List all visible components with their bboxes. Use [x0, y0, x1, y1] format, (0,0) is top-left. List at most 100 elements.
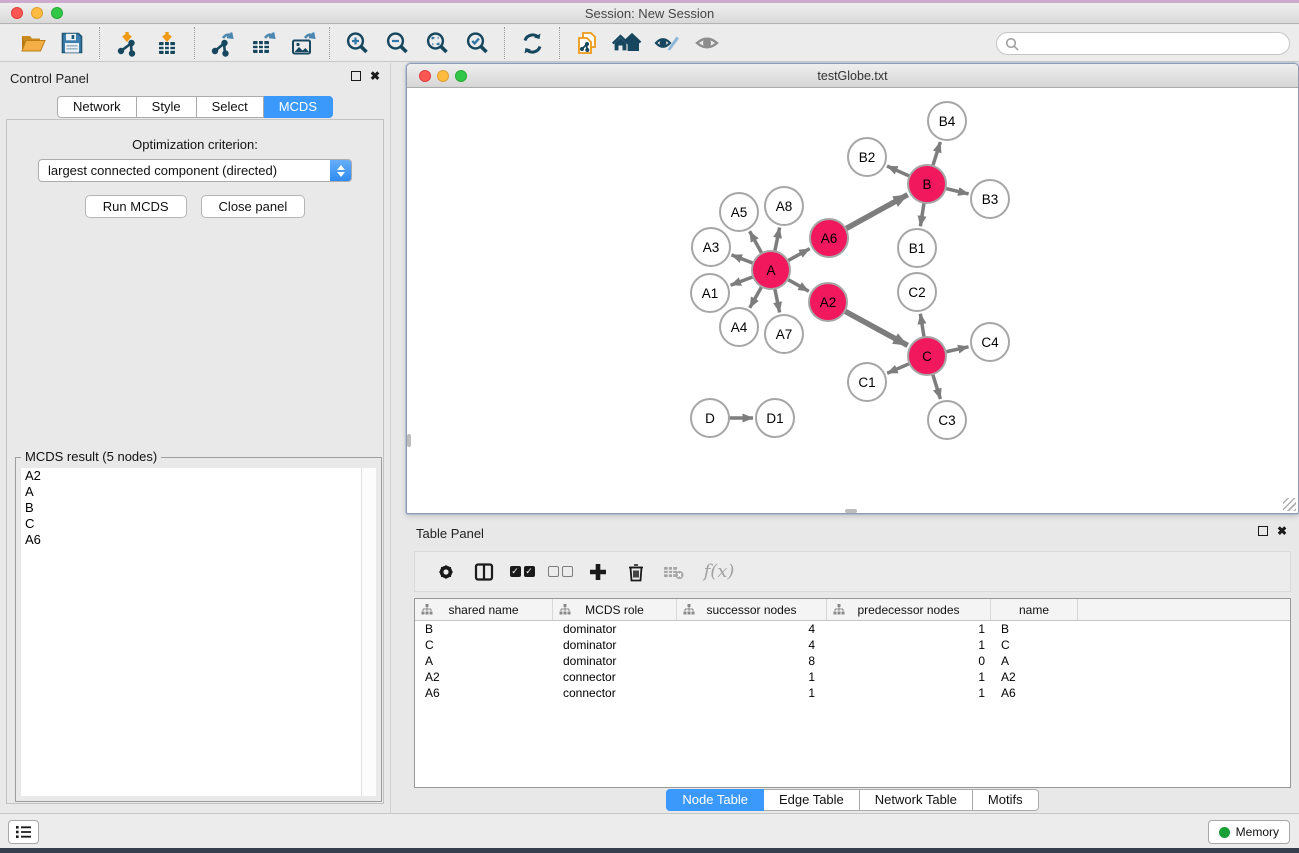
- tab-mcds[interactable]: MCDS: [264, 96, 333, 118]
- export-network-button[interactable]: [202, 27, 242, 59]
- graph-node-C3[interactable]: C3: [928, 401, 966, 439]
- network-canvas[interactable]: B4 B2 B B3 A5A8A6 A3 B1 A A1 C2 A2 A4A7 C4 C C1 C3 D D1: [407, 88, 1298, 513]
- column-header-name[interactable]: name: [991, 599, 1078, 620]
- import-table-button[interactable]: [147, 27, 187, 59]
- close-table-panel-icon[interactable]: ✖: [1277, 526, 1287, 536]
- graph-edge-A-A2[interactable]: [788, 279, 809, 291]
- zoom-selected-button[interactable]: [457, 27, 497, 59]
- graph-node-B[interactable]: B: [908, 165, 946, 203]
- result-item[interactable]: A2: [21, 468, 361, 484]
- graph-edge-A-A1[interactable]: [731, 277, 754, 286]
- open-session-button[interactable]: [12, 27, 52, 59]
- delete-column-button[interactable]: [617, 557, 655, 587]
- deselect-all-button[interactable]: [541, 557, 579, 587]
- save-session-button[interactable]: [52, 27, 92, 59]
- hide-graphics-details-button[interactable]: [647, 27, 687, 59]
- graph-edge-A-A4[interactable]: [750, 287, 762, 308]
- tab-motifs[interactable]: Motifs: [973, 789, 1039, 811]
- graph-node-A8[interactable]: A8: [765, 187, 803, 225]
- criterion-select[interactable]: largest connected component (directed): [38, 159, 352, 182]
- search-input[interactable]: [1019, 34, 1289, 53]
- result-item[interactable]: A: [21, 484, 361, 500]
- graph-edge-B-B1[interactable]: [920, 203, 924, 226]
- graph-edge-C-C4[interactable]: [946, 347, 969, 352]
- graph-edge-C-C1[interactable]: [887, 364, 909, 374]
- graph-node-A6[interactable]: A6: [810, 219, 848, 257]
- export-image-button[interactable]: [282, 27, 322, 59]
- graph-node-C[interactable]: C: [908, 337, 946, 375]
- tab-edge-table[interactable]: Edge Table: [764, 789, 860, 811]
- status-menu-button[interactable]: [8, 820, 39, 844]
- graph-node-A3[interactable]: A3: [692, 228, 730, 266]
- graph-edge-A-A3[interactable]: [732, 255, 754, 263]
- column-header-MCDS-role[interactable]: MCDS role: [553, 599, 677, 620]
- graph-edge-B-B3[interactable]: [945, 188, 968, 194]
- table-row[interactable]: A6connector11A6: [415, 685, 1290, 701]
- graph-node-B1[interactable]: B1: [898, 229, 936, 267]
- show-graphics-button[interactable]: [687, 27, 727, 59]
- tab-select[interactable]: Select: [197, 96, 264, 118]
- graph-edge-A-A6[interactable]: [788, 249, 810, 261]
- close-panel-icon[interactable]: ✖: [370, 71, 380, 81]
- table-row[interactable]: Cdominator41C: [415, 637, 1290, 653]
- column-header-shared-name[interactable]: shared name: [415, 599, 553, 620]
- table-row[interactable]: A2connector11A2: [415, 669, 1290, 685]
- result-scrollbar[interactable]: [361, 468, 376, 796]
- canvas-hscroll-thumb[interactable]: [845, 509, 857, 513]
- tab-style[interactable]: Style: [137, 96, 197, 118]
- graph-node-C2[interactable]: C2: [898, 273, 936, 311]
- graph-node-A7[interactable]: A7: [765, 315, 803, 353]
- graph-node-B3[interactable]: B3: [971, 180, 1009, 218]
- graph-edge-B-B4[interactable]: [933, 142, 941, 166]
- graph-edge-C-C3[interactable]: [933, 374, 941, 399]
- home-view-button[interactable]: [607, 27, 647, 59]
- close-panel-button[interactable]: Close panel: [201, 195, 306, 218]
- table-row[interactable]: Adominator80A: [415, 653, 1290, 669]
- zoom-out-button[interactable]: [377, 27, 417, 59]
- column-header-successor-nodes[interactable]: successor nodes: [677, 599, 827, 620]
- graph-node-A[interactable]: A: [752, 251, 790, 289]
- graph-node-A1[interactable]: A1: [691, 274, 729, 312]
- tab-network[interactable]: Network: [57, 96, 137, 118]
- network-window-titlebar[interactable]: testGlobe.txt: [407, 64, 1298, 88]
- graph-node-D[interactable]: D: [691, 399, 729, 437]
- duplicate-network-button[interactable]: [567, 27, 607, 59]
- graph-node-C4[interactable]: C4: [971, 323, 1009, 361]
- float-panel-icon[interactable]: [351, 71, 361, 81]
- graph-edge-A2-C[interactable]: [845, 311, 908, 345]
- column-layout-button[interactable]: [465, 557, 503, 587]
- column-header-predecessor-nodes[interactable]: predecessor nodes: [827, 599, 991, 620]
- graph-node-A5[interactable]: A5: [720, 193, 758, 231]
- graph-edge-A6-B[interactable]: [846, 195, 908, 229]
- zoom-in-button[interactable]: [337, 27, 377, 59]
- graph-edge-A-A5[interactable]: [750, 231, 762, 253]
- graph-node-B4[interactable]: B4: [928, 102, 966, 140]
- run-mcds-button[interactable]: Run MCDS: [85, 195, 187, 218]
- tab-network-table[interactable]: Network Table: [860, 789, 973, 811]
- result-item[interactable]: A6: [21, 532, 361, 548]
- graph-node-A4[interactable]: A4: [720, 308, 758, 346]
- graph-edge-B-B2[interactable]: [887, 166, 910, 176]
- table-settings-button[interactable]: [427, 557, 465, 587]
- float-table-panel-icon[interactable]: [1258, 526, 1268, 536]
- result-item[interactable]: B: [21, 500, 361, 516]
- window-resize-grip[interactable]: [1283, 498, 1296, 511]
- graph-edge-A-A7[interactable]: [775, 289, 780, 313]
- graph-node-C1[interactable]: C1: [848, 363, 886, 401]
- refresh-layout-button[interactable]: [512, 27, 552, 59]
- graph-node-D1[interactable]: D1: [756, 399, 794, 437]
- graph-edge-C-C2[interactable]: [920, 314, 924, 337]
- memory-button[interactable]: Memory: [1208, 820, 1290, 844]
- tab-node-table[interactable]: Node Table: [666, 789, 764, 811]
- canvas-vscroll-thumb[interactable]: [407, 434, 411, 447]
- table-row[interactable]: Bdominator41B: [415, 621, 1290, 637]
- graph-node-B2[interactable]: B2: [848, 138, 886, 176]
- select-all-button[interactable]: ✓✓: [503, 557, 541, 587]
- graph-edge-A-A8[interactable]: [775, 228, 780, 252]
- graph-node-A2[interactable]: A2: [809, 283, 847, 321]
- result-item[interactable]: C: [21, 516, 361, 532]
- export-table-button[interactable]: [242, 27, 282, 59]
- zoom-fit-button[interactable]: [417, 27, 457, 59]
- import-network-button[interactable]: [107, 27, 147, 59]
- add-column-button[interactable]: [579, 557, 617, 587]
